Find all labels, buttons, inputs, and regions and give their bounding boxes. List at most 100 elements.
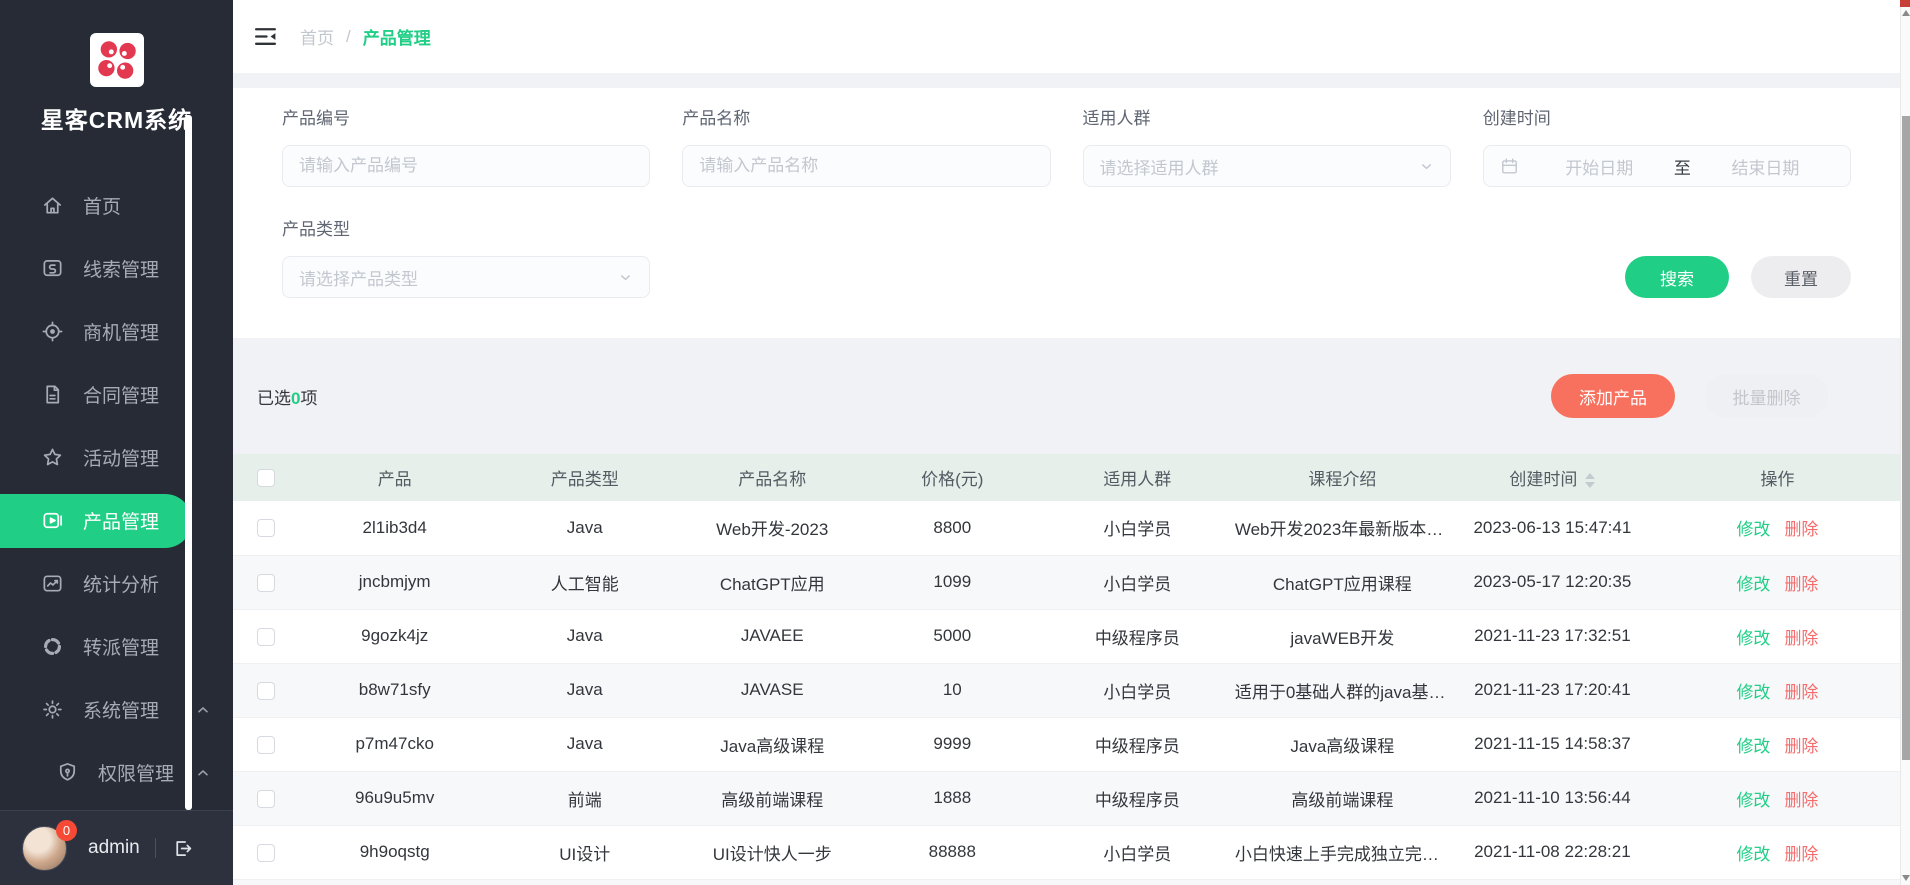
table-row: b8w71sfyJavaJAVASE10小白学员适用于0基础人群的java基础.… — [233, 663, 1900, 717]
product-name-input[interactable] — [699, 156, 1033, 176]
row-checkbox[interactable] — [257, 574, 275, 592]
edit-link[interactable]: 修改 — [1736, 737, 1770, 756]
cell-intro: javaWEB开发 — [1235, 609, 1450, 663]
sidebar: 星客CRM系统 首页线索管理商机管理合同管理活动管理产品管理统计分析转派管理系统… — [0, 0, 233, 885]
date-range-separator: 至 — [1674, 154, 1691, 179]
product-icon — [40, 509, 64, 533]
opportunity-icon — [40, 320, 64, 344]
sidebar-item-system[interactable]: 系统管理 — [0, 678, 233, 741]
sidebar-item-activities[interactable]: 活动管理 — [0, 426, 233, 489]
filter-label: 适用人群 — [1083, 104, 1451, 129]
scroll-up-arrow[interactable] — [1902, 10, 1910, 16]
clue-icon — [40, 257, 64, 281]
column-header: 产品类型 — [490, 454, 680, 501]
delete-link[interactable]: 删除 — [1784, 520, 1818, 539]
row-checkbox-cell — [233, 825, 300, 879]
delete-link[interactable]: 删除 — [1784, 791, 1818, 810]
sort-icon[interactable] — [1585, 473, 1595, 488]
bulk-delete-button[interactable]: 批量删除 — [1705, 374, 1828, 418]
scrollbar-thumb[interactable] — [1902, 116, 1910, 760]
cell-product-type: 测试 — [490, 879, 680, 885]
product-type-select[interactable]: 请选择产品类型 — [282, 256, 650, 298]
product-id-input[interactable] — [299, 156, 633, 176]
edit-link[interactable]: 修改 — [1736, 520, 1770, 539]
permission-icon — [55, 761, 79, 785]
breadcrumb-home[interactable]: 首页 — [300, 24, 334, 49]
add-product-button[interactable]: 添加产品 — [1551, 374, 1675, 418]
products-table: 产品产品类型产品名称价格(元)适用人群课程介绍创建时间操作 2l1ib3d4Ja… — [233, 454, 1900, 885]
column-header: 适用人群 — [1040, 454, 1235, 501]
sidebar-item-label: 活动管理 — [83, 444, 159, 471]
edit-link[interactable]: 修改 — [1736, 575, 1770, 594]
select-placeholder: 请选择产品类型 — [299, 265, 418, 290]
cell-created-time: 2023-05-17 12:20:35 — [1450, 555, 1655, 609]
sidebar-fold-icon[interactable] — [250, 22, 280, 52]
breadcrumb-current: 产品管理 — [363, 24, 431, 49]
sidebar-item-home[interactable]: 首页 — [0, 174, 233, 237]
cell-product-name: JAVAEE — [680, 609, 865, 663]
delete-link[interactable]: 删除 — [1784, 737, 1818, 756]
cell-price: 10 — [865, 663, 1040, 717]
cell-product-id: h9cga9c3 — [300, 879, 490, 885]
row-checkbox[interactable] — [257, 628, 275, 646]
sidebar-item-permissions[interactable]: 权限管理 — [0, 741, 233, 804]
reset-button[interactable]: 重置 — [1751, 256, 1851, 298]
sidebar-item-label: 合同管理 — [83, 381, 159, 408]
cell-actions: 修改删除 — [1655, 879, 1900, 885]
table-header-row: 产品产品类型产品名称价格(元)适用人群课程介绍创建时间操作 — [233, 454, 1900, 501]
sidebar-item-label: 商机管理 — [83, 318, 159, 345]
page-scrollbar[interactable] — [1900, 0, 1910, 885]
sidebar-item-transfer[interactable]: 转派管理 — [0, 615, 233, 678]
selected-suffix: 项 — [300, 389, 317, 408]
edit-link[interactable]: 修改 — [1736, 791, 1770, 810]
select-all-checkbox[interactable] — [257, 469, 275, 487]
filter-field-product-id: 产品编号 — [282, 104, 650, 187]
sidebar-item-statistics[interactable]: 统计分析 — [0, 552, 233, 615]
row-checkbox[interactable] — [257, 844, 275, 862]
gear-icon — [40, 698, 64, 722]
filter-label: 产品类型 — [282, 215, 650, 240]
row-checkbox[interactable] — [257, 682, 275, 700]
sidebar-item-label: 产品管理 — [83, 507, 159, 534]
edit-link[interactable]: 修改 — [1736, 683, 1770, 702]
cell-actions: 修改删除 — [1655, 825, 1900, 879]
filter-label: 创建时间 — [1483, 104, 1851, 129]
chevron-down-icon — [1419, 159, 1434, 174]
scroll-down-arrow[interactable] — [1902, 875, 1910, 881]
sidebar-scrollbar[interactable] — [185, 115, 192, 810]
row-checkbox[interactable] — [257, 519, 275, 537]
edit-link[interactable]: 修改 — [1736, 629, 1770, 648]
sidebar-item-contracts[interactable]: 合同管理 — [0, 363, 233, 426]
row-checkbox-cell — [233, 555, 300, 609]
cell-price: 9999 — [865, 717, 1040, 771]
table-row: 9h9oqstgUI设计UI设计快人一步88888小白学员小白快速上手完成独立完… — [233, 825, 1900, 879]
cell-product-id: 9gozk4jz — [300, 609, 490, 663]
row-checkbox-cell — [233, 501, 300, 555]
sidebar-item-opportunities[interactable]: 商机管理 — [0, 300, 233, 363]
row-checkbox[interactable] — [257, 736, 275, 754]
delete-link[interactable]: 删除 — [1784, 629, 1818, 648]
column-header[interactable]: 创建时间 — [1450, 454, 1655, 501]
transfer-icon — [40, 635, 64, 659]
filter-panel: 产品编号产品名称适用人群请选择适用人群创建时间开始日期至结束日期产品类型请选择产… — [233, 88, 1900, 338]
row-checkbox[interactable] — [257, 790, 275, 808]
cell-product-name: 高级测试 — [680, 879, 865, 885]
user-bar: 0 admin — [0, 810, 233, 885]
delete-link[interactable]: 删除 — [1784, 683, 1818, 702]
edit-link[interactable]: 修改 — [1736, 845, 1770, 864]
created-range-datepicker[interactable]: 开始日期至结束日期 — [1483, 145, 1851, 187]
cell-created-time: 2021-11-15 14:58:37 — [1450, 717, 1655, 771]
audience-select[interactable]: 请选择适用人群 — [1083, 145, 1451, 187]
sidebar-menu: 首页线索管理商机管理合同管理活动管理产品管理统计分析转派管理系统管理权限管理用户… — [0, 174, 233, 867]
chevron-up-icon[interactable] — [195, 765, 211, 781]
logout-icon[interactable] — [171, 836, 195, 860]
cell-created-time: 2021-11-08 22:28:21 — [1450, 825, 1655, 879]
search-button[interactable]: 搜索 — [1625, 256, 1729, 298]
delete-link[interactable]: 删除 — [1784, 845, 1818, 864]
chevron-up-icon[interactable] — [195, 702, 211, 718]
sidebar-item-clues[interactable]: 线索管理 — [0, 237, 233, 300]
chevron-down-icon — [618, 270, 633, 285]
cell-audience: 中级程序员 — [1040, 879, 1235, 885]
sidebar-item-products[interactable]: 产品管理 — [0, 494, 192, 548]
delete-link[interactable]: 删除 — [1784, 575, 1818, 594]
